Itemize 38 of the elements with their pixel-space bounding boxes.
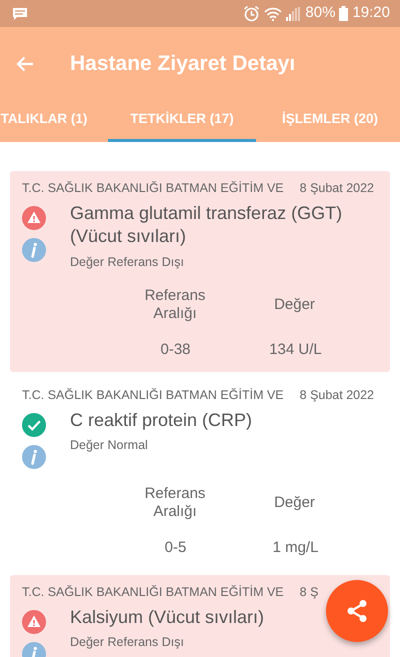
result-status: Değer Referans Dışı bbox=[70, 254, 185, 271]
message-icon bbox=[12, 6, 28, 20]
result-status: Değer Normal bbox=[70, 436, 149, 454]
reference-range-value: 0-38 bbox=[159, 340, 192, 360]
alarm-icon bbox=[243, 5, 260, 22]
check-icon bbox=[22, 412, 46, 437]
result-value: 1 mg/L bbox=[272, 538, 320, 558]
clock: 19:20 bbox=[352, 3, 390, 24]
wifi-icon bbox=[264, 6, 282, 20]
share-icon bbox=[346, 599, 368, 623]
test-name: Gamma glutamil transferaz (GGT) (Vücut sıvıları) bbox=[70, 202, 344, 248]
screen-title: Hastane Ziyaret Detayı bbox=[70, 50, 296, 77]
info-icon[interactable] bbox=[22, 444, 46, 469]
tab[interactable]: TALIKLAR (1) bbox=[0, 100, 108, 142]
warning-icon bbox=[22, 206, 46, 230]
result-value: 134 U/L bbox=[268, 340, 323, 360]
result-status: Değer Referans Dışı bbox=[70, 634, 185, 652]
column-header: Değer bbox=[273, 296, 316, 314]
test-date: 8 Ş bbox=[300, 584, 318, 602]
test-date: 8 Şubat 2022 bbox=[300, 180, 374, 197]
institution-name: T.C. SAĞLIK BAKANLIĞI BATMAN EĞİTİM VE bbox=[22, 386, 284, 404]
test-name: C reaktif protein (CRP) bbox=[70, 408, 254, 432]
tab[interactable]: TETKİKLER (17) bbox=[108, 100, 256, 142]
institution-name: T.C. SAĞLIK BAKANLIĞI BATMAN EĞİTİM VE bbox=[22, 584, 284, 602]
reference-range-value: 0-5 bbox=[164, 538, 188, 558]
signal-icon bbox=[286, 6, 302, 20]
column-header: Değer bbox=[273, 494, 316, 512]
battery-icon bbox=[339, 6, 348, 21]
battery-level: 80% bbox=[305, 3, 336, 24]
institution-name: T.C. SAĞLIK BAKANLIĞI BATMAN EĞİTİM VE bbox=[22, 180, 284, 197]
column-header: Referans Aralığı bbox=[144, 484, 206, 521]
info-icon[interactable] bbox=[22, 238, 46, 262]
test-name: Kalsiyum (Vücut sıvıları) bbox=[70, 606, 266, 629]
tab[interactable]: İŞLEMLER (20) bbox=[256, 100, 400, 142]
column-header: Referans Aralığı bbox=[144, 287, 206, 324]
warning-icon bbox=[22, 610, 46, 634]
test-date: 8 Şubat 2022 bbox=[300, 386, 374, 404]
back-arrow-icon[interactable] bbox=[16, 56, 34, 72]
